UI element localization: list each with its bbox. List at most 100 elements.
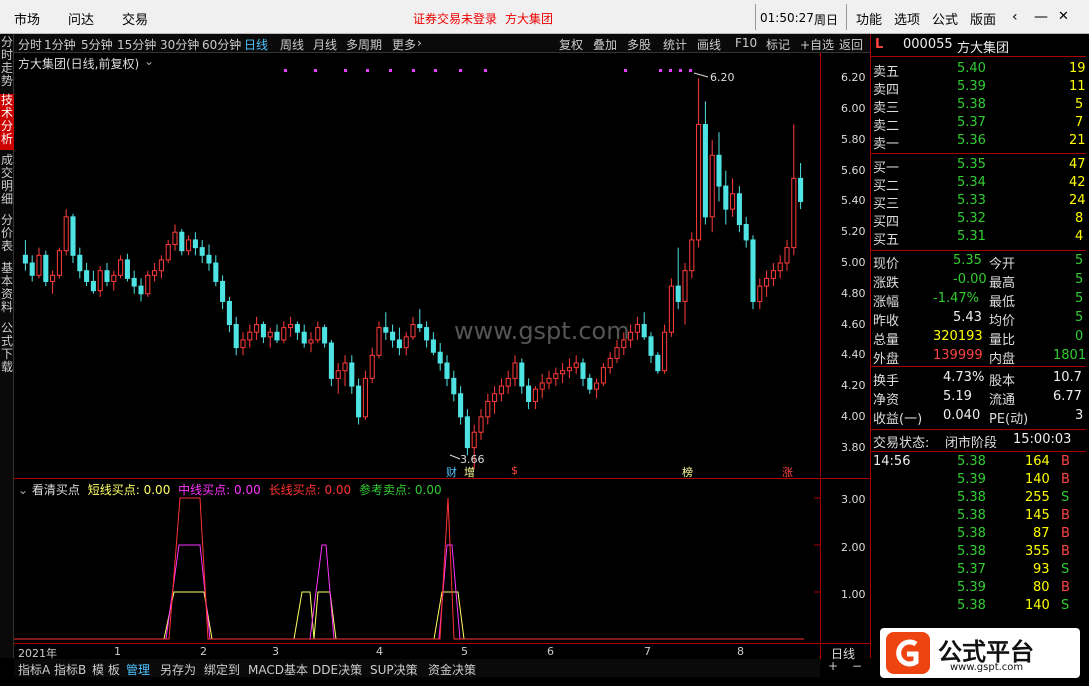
quote-panel: L 000055 方大集团 卖五 5.40 19 卖四 5.39 11 卖三 5… — [870, 34, 1086, 658]
candle-body — [97, 270, 103, 292]
candle — [430, 332, 436, 356]
signal-dot — [412, 69, 415, 72]
period-30min[interactable]: 30分钟 — [160, 36, 199, 53]
menu-wenda[interactable]: 问达 — [68, 9, 94, 28]
menu-market[interactable]: 市场 — [14, 9, 40, 28]
candle-body — [50, 274, 56, 282]
stat-label: 均价 — [989, 314, 1016, 329]
tab-dde[interactable]: DDE决策 — [312, 661, 362, 678]
candle-body — [301, 331, 307, 344]
tab-technical[interactable]: 技术分析 — [0, 94, 14, 150]
chart-toolbar: 分时 1分钟 5分钟 15分钟 30分钟 60分钟 日线 周线 月线 多周期 更… — [14, 34, 870, 53]
price-tick: 5.80 — [841, 132, 866, 146]
tab-profile[interactable]: 基本资料 — [0, 262, 14, 318]
action-adjust[interactable]: 复权 — [559, 36, 583, 53]
period-60min[interactable]: 60分钟 — [202, 36, 241, 53]
period-daily[interactable]: 日线 — [244, 36, 268, 53]
action-draw[interactable]: 画线 — [697, 36, 721, 53]
action-add-watchlist[interactable]: +自选 — [800, 36, 834, 53]
candle — [294, 321, 300, 340]
candle — [383, 312, 389, 340]
period-weekly[interactable]: 周线 — [280, 36, 304, 53]
action-f10[interactable]: F10 — [735, 36, 757, 50]
candle-body — [356, 385, 362, 418]
candle — [689, 232, 695, 279]
candle — [226, 296, 232, 333]
close-icon[interactable]: ✕ — [1058, 9, 1069, 24]
period-intraday[interactable]: 分时 — [18, 36, 42, 53]
login-warning[interactable]: 证券交易未登录 — [413, 10, 497, 27]
action-mark[interactable]: 标记 — [766, 36, 790, 53]
candle-body — [213, 262, 219, 282]
candle — [356, 378, 362, 425]
candle-body — [798, 177, 804, 202]
action-overlay[interactable]: 叠加 — [593, 36, 617, 53]
indicator-panel[interactable]: ⌄ 看清买点 短线买点: 0.00 中线买点: 0.00 长线买点: 0.00 … — [14, 478, 820, 642]
candle — [668, 278, 674, 337]
tab-manage[interactable]: 管理 — [126, 661, 150, 678]
candle — [104, 263, 110, 287]
stat-label: 总量 — [873, 333, 900, 348]
tab-indicator-b[interactable]: 指标B — [54, 661, 86, 678]
tab-trades[interactable]: 成交明细 — [0, 154, 14, 210]
tab-bind-to[interactable]: 绑定到 — [204, 661, 240, 678]
menu-options[interactable]: 选项 — [894, 9, 920, 28]
period-multi[interactable]: 多周期 — [346, 36, 382, 53]
back-arrow-icon[interactable]: ‹ — [1012, 9, 1018, 25]
minimize-icon[interactable]: — — [1034, 9, 1048, 25]
signal-dot — [659, 69, 662, 72]
tab-fund[interactable]: 资金决策 — [428, 661, 476, 678]
left-tab-strip: 分时走势 技术分析 成交明细 分价表 基本资料 公式下载 — [0, 34, 14, 658]
period-15min[interactable]: 15分钟 — [117, 36, 156, 53]
marker-dollar[interactable]: $ — [511, 464, 518, 477]
candle-body — [723, 185, 729, 210]
candle-body — [498, 385, 504, 395]
tab-price-table[interactable]: 分价表 — [0, 214, 14, 258]
x-tick: 2 — [200, 645, 207, 658]
tab-macd[interactable]: MACD基本 — [248, 661, 308, 678]
indicator-axis: 3.00 2.00 1.00 — [820, 478, 870, 642]
menu-function[interactable]: 功能 — [856, 9, 882, 28]
weekday: 周日 — [814, 13, 839, 27]
period-1min[interactable]: 1分钟 — [44, 36, 76, 53]
menu-formula[interactable]: 公式 — [932, 9, 958, 28]
action-stats[interactable]: 统计 — [663, 36, 687, 53]
stat-label: 内盘 — [989, 352, 1016, 367]
period-monthly[interactable]: 月线 — [313, 36, 337, 53]
ask5-price: 5.40 — [957, 61, 986, 76]
signal-dot — [689, 69, 692, 72]
candle-body — [247, 331, 253, 341]
tab-intraday[interactable]: 分时走势 — [0, 36, 14, 92]
candle — [594, 378, 600, 399]
candle-body — [594, 382, 600, 390]
kline-chart[interactable]: 方大集团(日线,前复权) ⌄ www.gspt.com 6.20 3.66 财 … — [14, 53, 820, 479]
tick-volume: 145 — [1025, 508, 1050, 523]
tab-indicator-a[interactable]: 指标A — [18, 661, 50, 678]
candle-body — [437, 351, 443, 364]
candle — [97, 266, 103, 297]
tab-formula-download[interactable]: 公式下载 — [0, 322, 14, 378]
tick-side: B — [1061, 472, 1070, 487]
tick-side: S — [1061, 562, 1070, 577]
period-more[interactable]: 更多 — [392, 36, 416, 53]
action-multistock[interactable]: 多股 — [627, 36, 651, 53]
menu-trade[interactable]: 交易 — [122, 9, 148, 28]
tab-save-as[interactable]: 另存为 — [160, 661, 196, 678]
action-back[interactable]: 返回 — [839, 36, 863, 53]
period-5min[interactable]: 5分钟 — [81, 36, 113, 53]
candle-body — [206, 254, 212, 264]
candle-body — [791, 177, 797, 249]
stat-value: 5 — [1075, 291, 1084, 306]
chevron-right-icon[interactable]: › — [417, 36, 422, 50]
zoom-in-icon[interactable]: + — [828, 659, 838, 673]
tick-price: 5.39 — [957, 472, 986, 487]
zoom-out-icon[interactable]: − — [852, 659, 862, 673]
candle-body — [730, 193, 736, 210]
candle — [50, 270, 56, 294]
tab-sup[interactable]: SUP决策 — [370, 661, 418, 678]
candle — [655, 352, 661, 374]
tab-template[interactable]: 模 板 — [92, 661, 120, 678]
candle-body — [736, 193, 742, 226]
candle — [124, 253, 130, 282]
menu-layout[interactable]: 版面 — [970, 9, 996, 28]
